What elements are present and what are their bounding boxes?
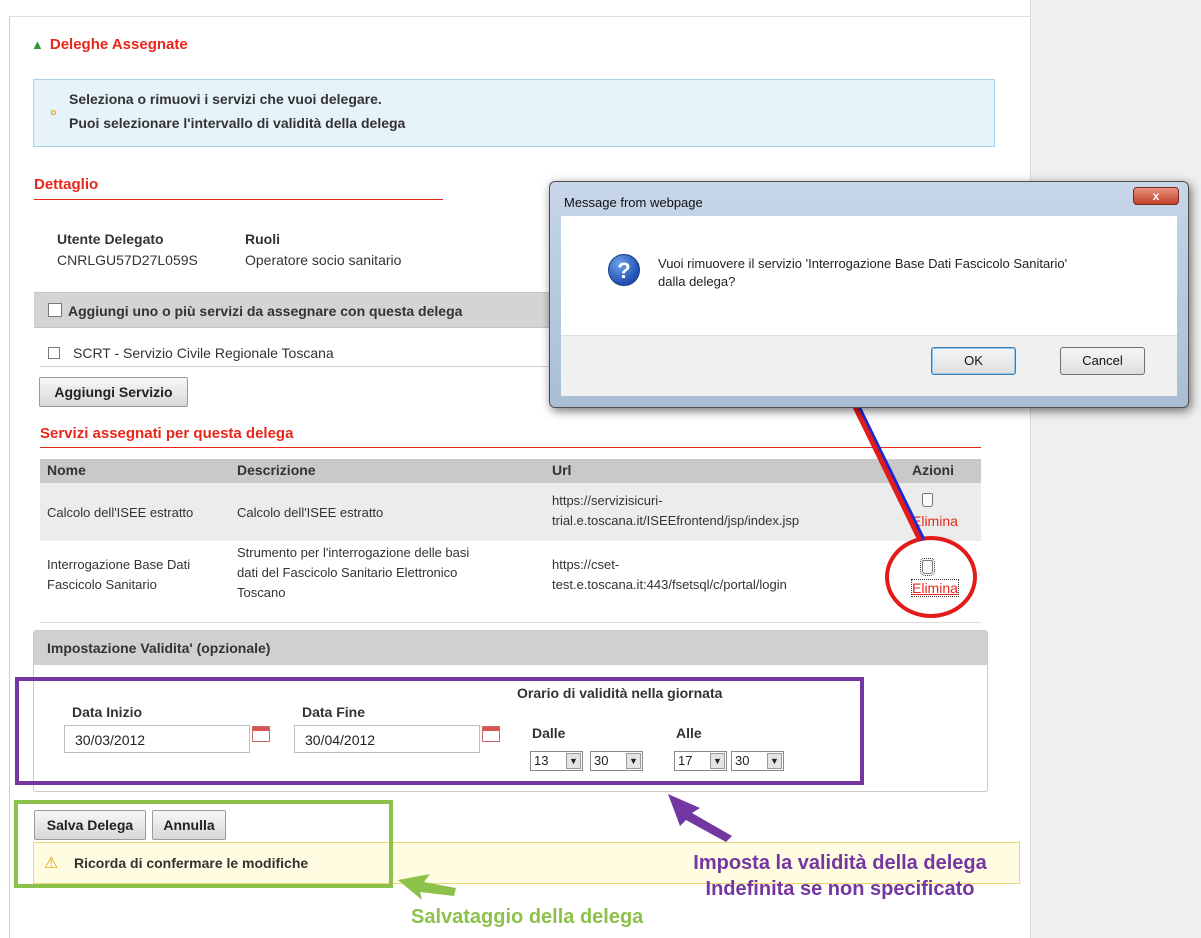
validity-annotation: Imposta la validità della delega Indefin… [693,852,987,900]
confirm-dialog: Message from webpage x ? Vuoi rimuovere … [549,181,1189,408]
dialog-title: Message from webpage [564,195,703,210]
ok-button[interactable]: OK [931,347,1016,375]
dialog-cancel-button[interactable]: Cancel [1060,347,1145,375]
purple-arrow [668,794,732,842]
save-annotation: Salvataggio della delega [411,906,644,928]
green-arrow [398,874,456,900]
close-button[interactable]: x [1133,187,1179,205]
dialog-body: ? Vuoi rimuovere il servizio 'Interrogaz… [561,216,1177,335]
dialog-message: Vuoi rimuovere il servizio 'Interrogazio… [658,256,1068,289]
annotation-arrows [398,362,926,900]
dialog-footer: OK Cancel [561,335,1177,396]
question-icon: ? [608,254,640,286]
